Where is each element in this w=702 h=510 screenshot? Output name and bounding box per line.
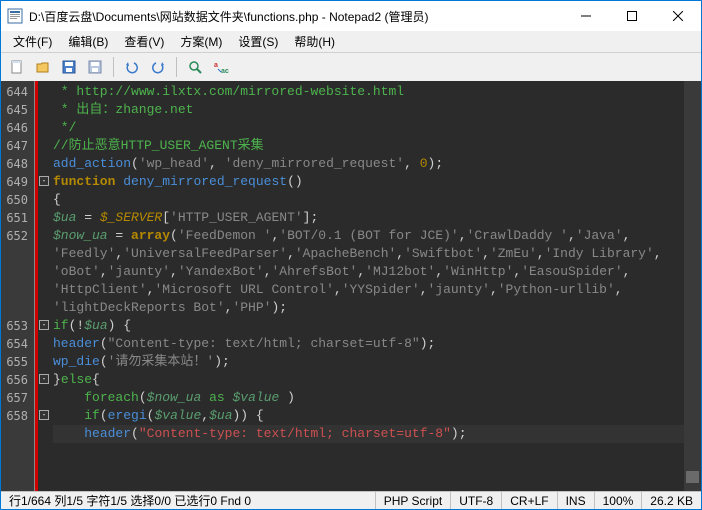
vertical-scrollbar[interactable] xyxy=(684,81,701,491)
line-number: 646 xyxy=(1,119,34,137)
toolbar-separator xyxy=(176,57,177,77)
line-number: 645 xyxy=(1,101,34,119)
menu-file[interactable]: 文件(F) xyxy=(5,31,60,52)
undo-button[interactable] xyxy=(120,55,144,79)
window-title: D:\百度云盘\Documents\网站数据文件夹\functions.php … xyxy=(29,8,563,25)
menu-help[interactable]: 帮助(H) xyxy=(286,31,343,52)
status-encoding[interactable]: UTF-8 xyxy=(451,492,502,509)
status-zoom[interactable]: 100% xyxy=(595,492,643,509)
line-number: 656 xyxy=(1,371,34,389)
code-editor[interactable]: * http://www.ilxtx.com/mirrored-website.… xyxy=(49,81,684,491)
status-language[interactable]: PHP Script xyxy=(376,492,451,509)
code-line[interactable]: { xyxy=(53,191,684,209)
code-line[interactable]: * 出自：zhange.net xyxy=(53,101,684,119)
code-line[interactable]: * http://www.ilxtx.com/mirrored-website.… xyxy=(53,83,684,101)
code-line[interactable]: }else{ xyxy=(53,371,684,389)
title-bar: D:\百度云盘\Documents\网站数据文件夹\functions.php … xyxy=(1,1,701,31)
find-button[interactable] xyxy=(183,55,207,79)
menu-bar: 文件(F) 编辑(B) 查看(V) 方案(M) 设置(S) 帮助(H) xyxy=(1,31,701,53)
fold-column[interactable]: - - - - xyxy=(35,81,49,491)
status-bar: 行1/664 列1/5 字符1/5 选择0/0 已选行0 Fnd 0 PHP S… xyxy=(1,491,701,509)
save-as-button[interactable] xyxy=(83,55,107,79)
line-number xyxy=(1,245,34,263)
line-number: 657 xyxy=(1,389,34,407)
close-button[interactable] xyxy=(655,1,701,31)
status-position: 行1/664 列1/5 字符1/5 选择0/0 已选行0 Fnd 0 xyxy=(1,492,376,509)
redo-button[interactable] xyxy=(146,55,170,79)
line-number-gutter: 6446456466476486496506516526536546556566… xyxy=(1,81,35,491)
code-line[interactable]: //防止恶意HTTP_USER_AGENT采集 xyxy=(53,137,684,155)
toolbar-separator xyxy=(113,57,114,77)
code-line[interactable]: $now_ua = array('FeedDemon ','BOT/0.1 (B… xyxy=(53,227,684,245)
line-number: 651 xyxy=(1,209,34,227)
code-line[interactable]: if(!$ua) { xyxy=(53,317,684,335)
code-line[interactable]: 'lightDeckReports Bot','PHP'); xyxy=(53,299,684,317)
scrollbar-thumb[interactable] xyxy=(686,471,699,483)
line-number: 649 xyxy=(1,173,34,191)
code-line[interactable]: 'HttpClient','Microsoft URL Control','YY… xyxy=(53,281,684,299)
maximize-button[interactable] xyxy=(609,1,655,31)
code-line[interactable]: header("Content-type: text/html; charset… xyxy=(53,335,684,353)
menu-scheme[interactable]: 方案(M) xyxy=(172,31,230,52)
code-line[interactable]: */ xyxy=(53,119,684,137)
fold-toggle[interactable]: - xyxy=(39,320,49,330)
line-number: 653 xyxy=(1,317,34,335)
code-line[interactable]: add_action('wp_head', 'deny_mirrored_req… xyxy=(53,155,684,173)
line-number: 644 xyxy=(1,83,34,101)
code-line[interactable]: foreach($now_ua as $value ) xyxy=(53,389,684,407)
fold-toggle[interactable]: - xyxy=(39,410,49,420)
line-number: 655 xyxy=(1,353,34,371)
line-number: 647 xyxy=(1,137,34,155)
toolbar: aac xyxy=(1,53,701,81)
code-line[interactable]: 'oBot','jaunty','YandexBot','AhrefsBot',… xyxy=(53,263,684,281)
fold-toggle[interactable]: - xyxy=(39,374,49,384)
status-filesize: 26.2 KB xyxy=(642,492,701,509)
code-line[interactable]: 'Feedly','UniversalFeedParser','ApacheBe… xyxy=(53,245,684,263)
line-number: 658 xyxy=(1,407,34,425)
line-number xyxy=(1,263,34,281)
svg-text:a: a xyxy=(214,62,218,69)
code-line[interactable]: function deny_mirrored_request() xyxy=(53,173,684,191)
code-line[interactable]: header("Content-type: text/html; charset… xyxy=(53,425,684,443)
line-number: 652 xyxy=(1,227,34,245)
minimize-button[interactable] xyxy=(563,1,609,31)
menu-settings[interactable]: 设置(S) xyxy=(230,31,286,52)
line-number xyxy=(1,281,34,299)
replace-button[interactable]: aac xyxy=(209,55,233,79)
svg-text:ac: ac xyxy=(221,68,229,75)
code-line[interactable]: wp_die('请勿采集本站！'); xyxy=(53,353,684,371)
fold-toggle[interactable]: - xyxy=(39,176,49,186)
line-number xyxy=(1,425,34,443)
menu-edit[interactable]: 编辑(B) xyxy=(60,31,116,52)
app-icon xyxy=(7,8,23,24)
status-insert-mode[interactable]: INS xyxy=(558,492,595,509)
status-eol[interactable]: CR+LF xyxy=(502,492,557,509)
new-file-button[interactable] xyxy=(5,55,29,79)
line-number: 648 xyxy=(1,155,34,173)
open-file-button[interactable] xyxy=(31,55,55,79)
code-line[interactable]: $ua = $_SERVER['HTTP_USER_AGENT']; xyxy=(53,209,684,227)
editor-area: 6446456466476486496506516526536546556566… xyxy=(1,81,701,491)
line-number xyxy=(1,299,34,317)
save-button[interactable] xyxy=(57,55,81,79)
line-number: 650 xyxy=(1,191,34,209)
code-line[interactable]: if(eregi($value,$ua)) { xyxy=(53,407,684,425)
menu-view[interactable]: 查看(V) xyxy=(116,31,172,52)
line-number: 654 xyxy=(1,335,34,353)
